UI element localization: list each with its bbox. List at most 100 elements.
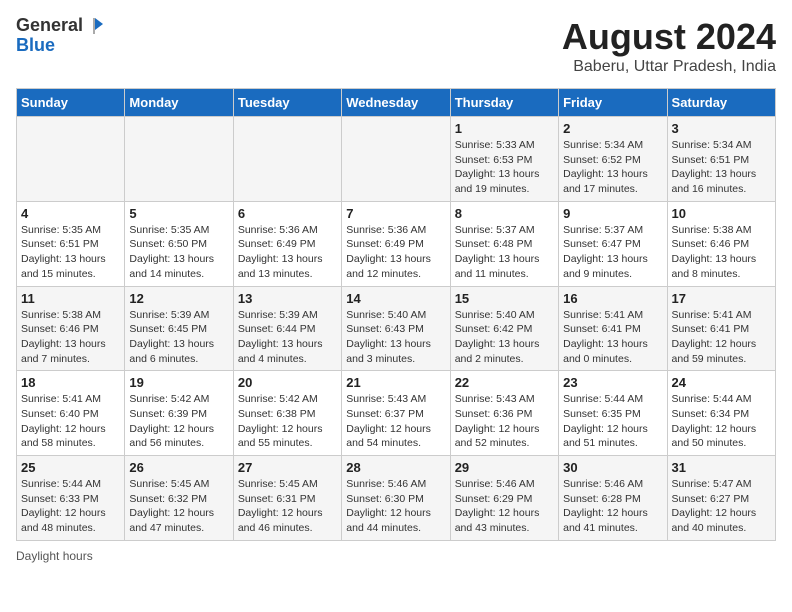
day-info: Sunrise: 5:35 AM Sunset: 6:51 PM Dayligh… xyxy=(21,223,120,282)
day-of-week-header: Wednesday xyxy=(342,89,450,117)
calendar-cell: 2 Sunrise: 5:34 AM Sunset: 6:52 PM Daylig… xyxy=(559,117,667,202)
day-number: 5 xyxy=(129,206,228,221)
day-header-row: SundayMondayTuesdayWednesdayThursdayFrid… xyxy=(17,89,776,117)
calendar-cell: 31 Sunrise: 5:47 AM Sunset: 6:27 PM Dayli… xyxy=(667,456,775,541)
calendar-table: SundayMondayTuesdayWednesdayThursdayFrid… xyxy=(16,88,776,541)
calendar-cell: 4 Sunrise: 5:35 AM Sunset: 6:51 PM Daylig… xyxy=(17,201,125,286)
day-info: Sunrise: 5:34 AM Sunset: 6:52 PM Dayligh… xyxy=(563,138,662,197)
calendar-cell: 9Sunrise: 5:37 AM Sunset: 6:47 PM Daylig… xyxy=(559,201,667,286)
calendar-cell: 14 Sunrise: 5:40 AM Sunset: 6:43 PM Dayli… xyxy=(342,286,450,371)
day-info: Sunrise: 5:39 AM Sunset: 6:44 PM Dayligh… xyxy=(238,308,337,367)
day-number: 20 xyxy=(238,375,337,390)
calendar-cell: 30 Sunrise: 5:46 AM Sunset: 6:28 PM Dayli… xyxy=(559,456,667,541)
day-number: 27 xyxy=(238,460,337,475)
day-info: Sunrise: 5:36 AM Sunset: 6:49 PM Dayligh… xyxy=(238,223,337,282)
day-of-week-header: Saturday xyxy=(667,89,775,117)
day-info: Sunrise: 5:38 AM Sunset: 6:46 PM Dayligh… xyxy=(21,308,120,367)
day-info: Sunrise: 5:38 AM Sunset: 6:46 PM Dayligh… xyxy=(672,223,771,282)
day-number: 30 xyxy=(563,460,662,475)
day-number: 18 xyxy=(21,375,120,390)
calendar-cell: 5 Sunrise: 5:35 AM Sunset: 6:50 PM Daylig… xyxy=(125,201,233,286)
calendar-cell: 28 Sunrise: 5:46 AM Sunset: 6:30 PM Dayli… xyxy=(342,456,450,541)
calendar-cell: 10 Sunrise: 5:38 AM Sunset: 6:46 PM Dayli… xyxy=(667,201,775,286)
day-number: 29 xyxy=(455,460,554,475)
day-info: Sunrise: 5:44 AM Sunset: 6:35 PM Dayligh… xyxy=(563,392,662,451)
calendar-week-row: 1Sunrise: 5:33 AM Sunset: 6:53 PM Daylig… xyxy=(17,117,776,202)
day-number: 28 xyxy=(346,460,445,475)
calendar-cell: 20 Sunrise: 5:42 AM Sunset: 6:38 PM Dayli… xyxy=(233,371,341,456)
day-number: 9 xyxy=(563,206,662,221)
calendar-week-row: 4 Sunrise: 5:35 AM Sunset: 6:51 PM Daylig… xyxy=(17,201,776,286)
day-number: 14 xyxy=(346,291,445,306)
calendar-cell: 13 Sunrise: 5:39 AM Sunset: 6:44 PM Dayli… xyxy=(233,286,341,371)
footer-daylight: Daylight hours xyxy=(16,549,776,563)
day-number: 6 xyxy=(238,206,337,221)
day-info: Sunrise: 5:41 AM Sunset: 6:41 PM Dayligh… xyxy=(563,308,662,367)
day-number: 23 xyxy=(563,375,662,390)
day-info: Sunrise: 5:46 AM Sunset: 6:29 PM Dayligh… xyxy=(455,477,554,536)
day-number: 2 xyxy=(563,121,662,136)
day-number: 13 xyxy=(238,291,337,306)
day-info: Sunrise: 5:35 AM Sunset: 6:50 PM Dayligh… xyxy=(129,223,228,282)
day-info: Sunrise: 5:40 AM Sunset: 6:43 PM Dayligh… xyxy=(346,308,445,367)
day-info: Sunrise: 5:34 AM Sunset: 6:51 PM Dayligh… xyxy=(672,138,771,197)
calendar-cell: 17Sunrise: 5:41 AM Sunset: 6:41 PM Dayli… xyxy=(667,286,775,371)
calendar-cell: 27 Sunrise: 5:45 AM Sunset: 6:31 PM Dayli… xyxy=(233,456,341,541)
day-info: Sunrise: 5:45 AM Sunset: 6:31 PM Dayligh… xyxy=(238,477,337,536)
calendar-cell xyxy=(17,117,125,202)
day-number: 4 xyxy=(21,206,120,221)
calendar-week-row: 18 Sunrise: 5:41 AM Sunset: 6:40 PM Dayli… xyxy=(17,371,776,456)
main-title: August 2024 xyxy=(562,16,776,58)
title-block: August 2024 Baberu, Uttar Pradesh, India xyxy=(562,16,776,76)
calendar-cell: 15Sunrise: 5:40 AM Sunset: 6:42 PM Dayli… xyxy=(450,286,558,371)
day-number: 25 xyxy=(21,460,120,475)
logo-flag-icon xyxy=(85,16,105,36)
calendar-cell: 8Sunrise: 5:37 AM Sunset: 6:48 PM Daylig… xyxy=(450,201,558,286)
day-of-week-header: Thursday xyxy=(450,89,558,117)
calendar-cell: 24Sunrise: 5:44 AM Sunset: 6:34 PM Dayli… xyxy=(667,371,775,456)
day-number: 21 xyxy=(346,375,445,390)
logo: General Blue xyxy=(16,16,105,56)
day-number: 16 xyxy=(563,291,662,306)
calendar-cell: 21 Sunrise: 5:43 AM Sunset: 6:37 PM Dayli… xyxy=(342,371,450,456)
day-info: Sunrise: 5:43 AM Sunset: 6:36 PM Dayligh… xyxy=(455,392,554,451)
calendar-cell: 1Sunrise: 5:33 AM Sunset: 6:53 PM Daylig… xyxy=(450,117,558,202)
day-info: Sunrise: 5:42 AM Sunset: 6:38 PM Dayligh… xyxy=(238,392,337,451)
day-info: Sunrise: 5:46 AM Sunset: 6:30 PM Dayligh… xyxy=(346,477,445,536)
day-number: 7 xyxy=(346,206,445,221)
day-info: Sunrise: 5:46 AM Sunset: 6:28 PM Dayligh… xyxy=(563,477,662,536)
day-number: 10 xyxy=(672,206,771,221)
calendar-cell: 23 Sunrise: 5:44 AM Sunset: 6:35 PM Dayli… xyxy=(559,371,667,456)
day-number: 19 xyxy=(129,375,228,390)
calendar-cell: 25 Sunrise: 5:44 AM Sunset: 6:33 PM Dayli… xyxy=(17,456,125,541)
calendar-cell: 6 Sunrise: 5:36 AM Sunset: 6:49 PM Daylig… xyxy=(233,201,341,286)
day-number: 22 xyxy=(455,375,554,390)
day-number: 8 xyxy=(455,206,554,221)
day-info: Sunrise: 5:44 AM Sunset: 6:33 PM Dayligh… xyxy=(21,477,120,536)
day-info: Sunrise: 5:44 AM Sunset: 6:34 PM Dayligh… xyxy=(672,392,771,451)
day-info: Sunrise: 5:33 AM Sunset: 6:53 PM Dayligh… xyxy=(455,138,554,197)
calendar-cell: 19 Sunrise: 5:42 AM Sunset: 6:39 PM Dayli… xyxy=(125,371,233,456)
day-info: Sunrise: 5:47 AM Sunset: 6:27 PM Dayligh… xyxy=(672,477,771,536)
day-info: Sunrise: 5:41 AM Sunset: 6:41 PM Dayligh… xyxy=(672,308,771,367)
day-info: Sunrise: 5:42 AM Sunset: 6:39 PM Dayligh… xyxy=(129,392,228,451)
calendar-cell: 29 Sunrise: 5:46 AM Sunset: 6:29 PM Dayli… xyxy=(450,456,558,541)
calendar-cell xyxy=(125,117,233,202)
logo-general: General xyxy=(16,15,83,35)
calendar-cell xyxy=(233,117,341,202)
day-of-week-header: Tuesday xyxy=(233,89,341,117)
day-number: 31 xyxy=(672,460,771,475)
calendar-cell xyxy=(342,117,450,202)
day-of-week-header: Monday xyxy=(125,89,233,117)
day-number: 26 xyxy=(129,460,228,475)
day-info: Sunrise: 5:43 AM Sunset: 6:37 PM Dayligh… xyxy=(346,392,445,451)
calendar-cell: 26Sunrise: 5:45 AM Sunset: 6:32 PM Dayli… xyxy=(125,456,233,541)
day-info: Sunrise: 5:41 AM Sunset: 6:40 PM Dayligh… xyxy=(21,392,120,451)
day-info: Sunrise: 5:36 AM Sunset: 6:49 PM Dayligh… xyxy=(346,223,445,282)
day-number: 12 xyxy=(129,291,228,306)
subtitle: Baberu, Uttar Pradesh, India xyxy=(562,58,776,76)
logo-blue: Blue xyxy=(16,35,55,55)
day-number: 15 xyxy=(455,291,554,306)
day-number: 3 xyxy=(672,121,771,136)
calendar-cell: 18 Sunrise: 5:41 AM Sunset: 6:40 PM Dayli… xyxy=(17,371,125,456)
